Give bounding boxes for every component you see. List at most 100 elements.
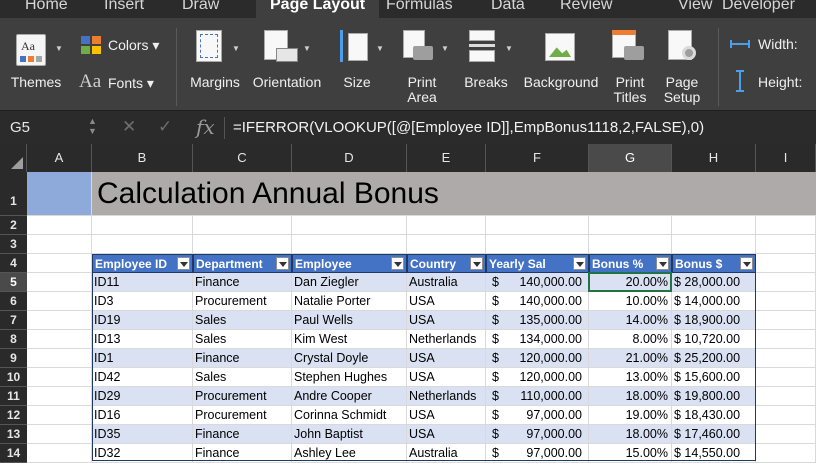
yearly-salary-cell[interactable]: $140,000.00 [486,273,589,292]
fonts-icon[interactable]: Aa [79,71,101,93]
select-all-corner[interactable] [0,144,27,172]
empty-cell[interactable] [27,273,92,292]
insert-function-icon[interactable]: fx [196,115,215,139]
height-label[interactable]: Height: [758,75,802,90]
column-header-a[interactable]: A [27,144,92,172]
print-area-button[interactable]: Print Area [398,75,446,105]
employee-id-cell[interactable]: ID32 [92,444,193,463]
country-cell[interactable]: Australia [407,444,486,463]
employee-cell[interactable]: Stephen Hughes [292,368,407,387]
empty-cell[interactable] [92,216,193,235]
bonus-amount-cell[interactable]: $ 19,800.00 [672,387,756,406]
employee-id-cell[interactable]: ID16 [92,406,193,425]
tab-formulas[interactable]: Formulas [386,0,453,18]
empty-cell[interactable] [27,254,92,273]
margins-icon[interactable] [196,30,222,62]
breaks-button[interactable]: Breaks [462,75,510,90]
empty-cell[interactable] [756,292,816,311]
empty-cell[interactable] [756,311,816,330]
bonus-amount-cell[interactable]: $ 10,720.00 [672,330,756,349]
bonus-percent-cell[interactable]: 13.00% [589,368,672,387]
page-setup-button[interactable]: Page Setup [658,75,706,105]
column-header-i[interactable]: I [756,144,816,172]
department-cell[interactable]: Procurement [193,387,292,406]
empty-cell[interactable] [407,235,486,254]
employee-id-cell[interactable]: ID29 [92,387,193,406]
country-cell[interactable]: USA [407,368,486,387]
yearly-salary-cell[interactable]: $140,000.00 [486,292,589,311]
employee-cell[interactable]: Natalie Porter [292,292,407,311]
column-header-b[interactable]: B [92,144,193,172]
country-cell[interactable]: Netherlands [407,387,486,406]
bonus-percent-cell[interactable]: 18.00% [589,425,672,444]
empty-cell[interactable] [756,235,816,254]
print-titles-icon[interactable] [612,30,644,62]
table-header-department[interactable]: Department [193,254,292,273]
bonus-percent-cell[interactable]: 14.00% [589,311,672,330]
employee-id-cell[interactable]: ID13 [92,330,193,349]
bonus-percent-cell[interactable]: 19.00% [589,406,672,425]
department-cell[interactable]: Procurement [193,406,292,425]
empty-cell[interactable] [589,235,672,254]
department-cell[interactable]: Finance [193,273,292,292]
empty-cell[interactable] [27,406,92,425]
column-header-e[interactable]: E [407,144,486,172]
country-cell[interactable]: Australia [407,273,486,292]
empty-cell[interactable] [27,216,92,235]
filter-dropdown-icon[interactable] [470,257,483,270]
empty-cell[interactable] [193,216,292,235]
orientation-button[interactable]: Orientation [248,75,326,90]
employee-cell[interactable]: Crystal Doyle [292,349,407,368]
empty-cell[interactable] [27,368,92,387]
chevron-down-icon[interactable]: ▼ [505,44,513,53]
empty-cell[interactable] [27,292,92,311]
tab-home[interactable]: Home [25,0,68,18]
table-header-employee-id[interactable]: Employee ID [92,254,193,273]
empty-cell[interactable] [407,216,486,235]
empty-cell[interactable] [756,273,816,292]
country-cell[interactable]: USA [407,406,486,425]
yearly-salary-cell[interactable]: $134,000.00 [486,330,589,349]
empty-cell[interactable] [193,235,292,254]
print-titles-button[interactable]: Print Titles [606,75,654,105]
print-area-icon[interactable] [401,30,433,62]
row-header-1[interactable]: 1 [0,172,27,216]
row-header-10[interactable]: 10 [0,368,27,387]
background-icon[interactable] [545,33,575,61]
confirm-icon[interactable]: ✓ [158,117,172,137]
yearly-salary-cell[interactable]: $97,000.00 [486,444,589,463]
bonus-amount-cell[interactable]: $ 15,600.00 [672,368,756,387]
column-header-g[interactable]: G [589,144,672,172]
bonus-amount-cell[interactable]: $ 18,430.00 [672,406,756,425]
tab-review[interactable]: Review [560,0,612,18]
bonus-amount-cell[interactable]: $ 28,000.00 [672,273,756,292]
chevron-down-icon[interactable]: ▼ [441,44,449,53]
bonus-amount-cell[interactable]: $ 14,550.00 [672,444,756,463]
table-header-bonus[interactable]: Bonus % [589,254,672,273]
tab-draw[interactable]: Draw [182,0,219,18]
bonus-percent-cell[interactable]: 21.00% [589,349,672,368]
bonus-percent-cell[interactable]: 8.00% [589,330,672,349]
table-header-employee[interactable]: Employee [292,254,407,273]
department-cell[interactable]: Sales [193,311,292,330]
row-header-6[interactable]: 6 [0,292,27,311]
filter-dropdown-icon[interactable] [391,257,404,270]
row-header-14[interactable]: 14 [0,444,27,463]
empty-cell[interactable] [756,368,816,387]
table-header-yearly-sal[interactable]: Yearly Sal [486,254,589,273]
width-label[interactable]: Width: [758,37,798,52]
filter-dropdown-icon[interactable] [740,257,753,270]
employee-id-cell[interactable]: ID35 [92,425,193,444]
tab-data[interactable]: Data [491,0,525,18]
employee-cell[interactable]: Corinna Schmidt [292,406,407,425]
themes-button[interactable]: Themes [9,75,63,90]
empty-cell[interactable] [292,235,407,254]
margins-button[interactable]: Margins [186,75,244,90]
country-cell[interactable]: USA [407,292,486,311]
row-header-7[interactable]: 7 [0,311,27,330]
filter-dropdown-icon[interactable] [656,257,669,270]
formula-input[interactable]: =IFERROR(VLOOKUP([@[Employee ID]],EmpBon… [233,119,704,136]
yearly-salary-cell[interactable]: $120,000.00 [486,368,589,387]
empty-cell[interactable] [756,444,816,463]
bonus-amount-cell[interactable]: $ 18,900.00 [672,311,756,330]
